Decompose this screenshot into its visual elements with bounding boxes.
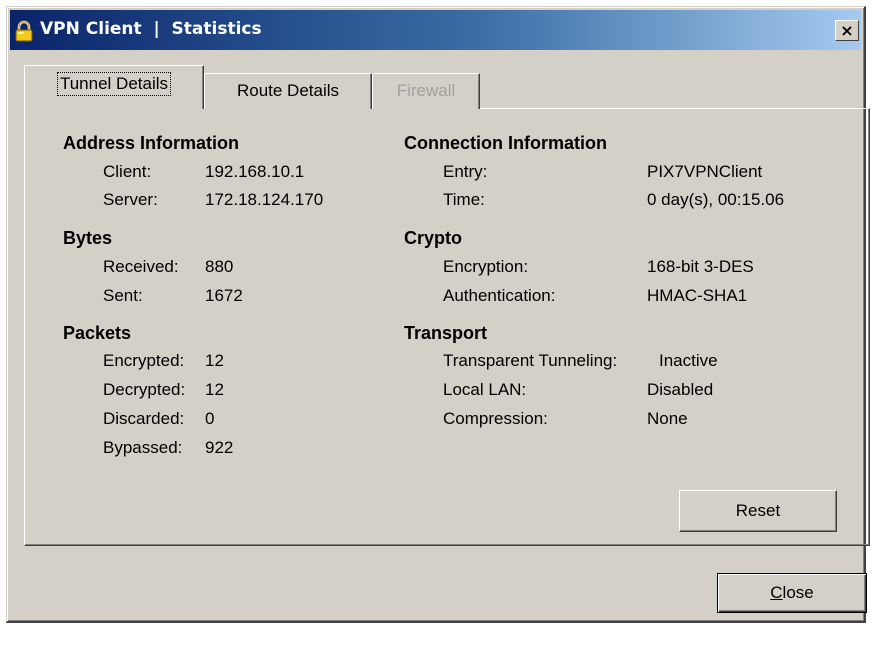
tunnel-details-panel xyxy=(24,108,870,546)
close-button[interactable]: Close xyxy=(717,573,867,613)
tab-tunnel-details[interactable]: Tunnel Details xyxy=(24,65,204,109)
vpn-lock-icon xyxy=(15,20,33,42)
statistics-window: VPN Client | Statistics × Tunnel Details… xyxy=(6,6,870,623)
close-label-rest: lose xyxy=(782,583,814,602)
tab-route-details[interactable]: Route Details xyxy=(204,73,372,109)
close-accelerator: C xyxy=(770,583,783,602)
window-title: VPN Client | Statistics xyxy=(40,19,262,39)
tab-tunnel-details-label: Tunnel Details xyxy=(56,72,172,96)
title-close-button[interactable]: × xyxy=(835,20,859,41)
tab-firewall[interactable]: Firewall xyxy=(372,73,480,109)
title-bar[interactable]: VPN Client | Statistics × xyxy=(10,10,861,50)
